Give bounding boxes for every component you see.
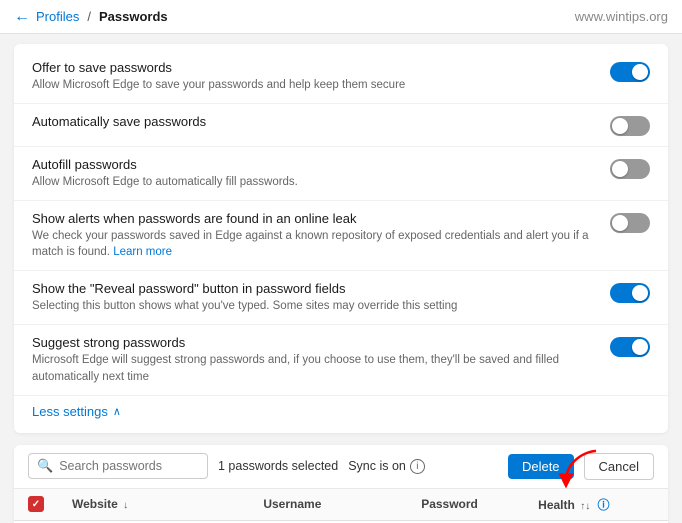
select-all-checkbox[interactable] — [28, 496, 44, 512]
setting-desc-offer-save: Allow Microsoft Edge to save your passwo… — [32, 77, 600, 93]
toggle-leak-alerts[interactable] — [610, 213, 650, 233]
setting-row-offer-save: Offer to save passwords Allow Microsoft … — [14, 50, 668, 104]
setting-desc-strong-pw: Microsoft Edge will suggest strong passw… — [32, 352, 600, 384]
setting-title-reveal-btn: Show the "Reveal password" button in pas… — [32, 281, 600, 296]
password-table: Website ↓ Username Password Health ↑↓ — [14, 489, 668, 523]
toggle-offer-save[interactable] — [610, 62, 650, 82]
th-password-label: Password — [421, 497, 478, 511]
search-input[interactable] — [59, 459, 179, 473]
search-icon: 🔍 — [37, 458, 53, 474]
password-toolbar: 🔍 1 passwords selected Sync is on i Dele… — [14, 445, 668, 489]
th-website: Website ↓ — [58, 489, 249, 521]
search-box[interactable]: 🔍 — [28, 453, 208, 479]
th-check — [14, 489, 58, 521]
top-bar: ← Profiles / Passwords www.wintips.org — [0, 0, 682, 34]
th-password: Password — [407, 489, 524, 521]
sync-label: Sync is on — [348, 459, 406, 473]
sync-area: Sync is on i — [348, 459, 425, 474]
setting-row-leak-alerts: Show alerts when passwords are found in … — [14, 201, 668, 271]
info-icon[interactable]: i — [410, 459, 425, 474]
th-health: Health ↑↓ ⓘ — [524, 489, 624, 521]
th-actions — [624, 489, 668, 521]
website-sort-icon[interactable]: ↓ — [123, 500, 128, 511]
toggle-auto-save[interactable] — [610, 116, 650, 136]
setting-desc-leak-alerts: We check your passwords saved in Edge ag… — [32, 228, 600, 260]
breadcrumb-passwords: Passwords — [99, 9, 168, 24]
th-health-label: Health — [538, 498, 575, 512]
breadcrumb-profiles[interactable]: Profiles — [36, 9, 79, 24]
toggle-reveal-btn[interactable] — [610, 283, 650, 303]
setting-row-autofill: Autofill passwords Allow Microsoft Edge … — [14, 147, 668, 201]
breadcrumb-sep: / — [87, 9, 91, 24]
toggle-autofill[interactable] — [610, 159, 650, 179]
chevron-up-icon: ∧ — [113, 405, 121, 418]
table-wrapper: Website ↓ Username Password Health ↑↓ — [14, 489, 668, 523]
setting-title-auto-save: Automatically save passwords — [32, 114, 600, 129]
cancel-button[interactable]: Cancel — [584, 453, 654, 480]
th-username: Username — [249, 489, 407, 521]
delete-button[interactable]: Delete — [508, 454, 574, 479]
watermark: www.wintips.org — [575, 9, 668, 24]
th-website-label: Website — [72, 497, 118, 511]
table-header-row: Website ↓ Username Password Health ↑↓ — [14, 489, 668, 521]
password-card: 🔍 1 passwords selected Sync is on i Dele… — [14, 445, 668, 523]
setting-row-strong-pw: Suggest strong passwords Microsoft Edge … — [14, 325, 668, 395]
toggle-strong-pw[interactable] — [610, 337, 650, 357]
setting-desc-reveal-btn: Selecting this button shows what you've … — [32, 298, 600, 314]
setting-title-offer-save: Offer to save passwords — [32, 60, 600, 75]
selected-count: 1 passwords selected — [218, 459, 338, 473]
less-settings-link[interactable]: Less settings — [32, 404, 108, 419]
setting-title-leak-alerts: Show alerts when passwords are found in … — [32, 211, 600, 226]
health-sort-icon[interactable]: ↑↓ — [580, 501, 590, 512]
health-info-icon[interactable]: ⓘ — [598, 498, 610, 512]
setting-title-strong-pw: Suggest strong passwords — [32, 335, 600, 350]
setting-title-autofill: Autofill passwords — [32, 157, 600, 172]
learn-more-link[interactable]: Learn more — [113, 246, 172, 258]
back-arrow[interactable]: ← — [14, 8, 30, 26]
less-settings-row: Less settings ∧ — [14, 396, 668, 427]
setting-row-reveal-btn: Show the "Reveal password" button in pas… — [14, 271, 668, 325]
settings-card: Offer to save passwords Allow Microsoft … — [14, 44, 668, 433]
main-content: Offer to save passwords Allow Microsoft … — [0, 34, 682, 523]
setting-row-auto-save: Automatically save passwords — [14, 104, 668, 147]
th-username-label: Username — [263, 497, 321, 511]
delete-button-wrapper: Delete — [508, 454, 574, 479]
setting-desc-autofill: Allow Microsoft Edge to automatically fi… — [32, 174, 600, 190]
